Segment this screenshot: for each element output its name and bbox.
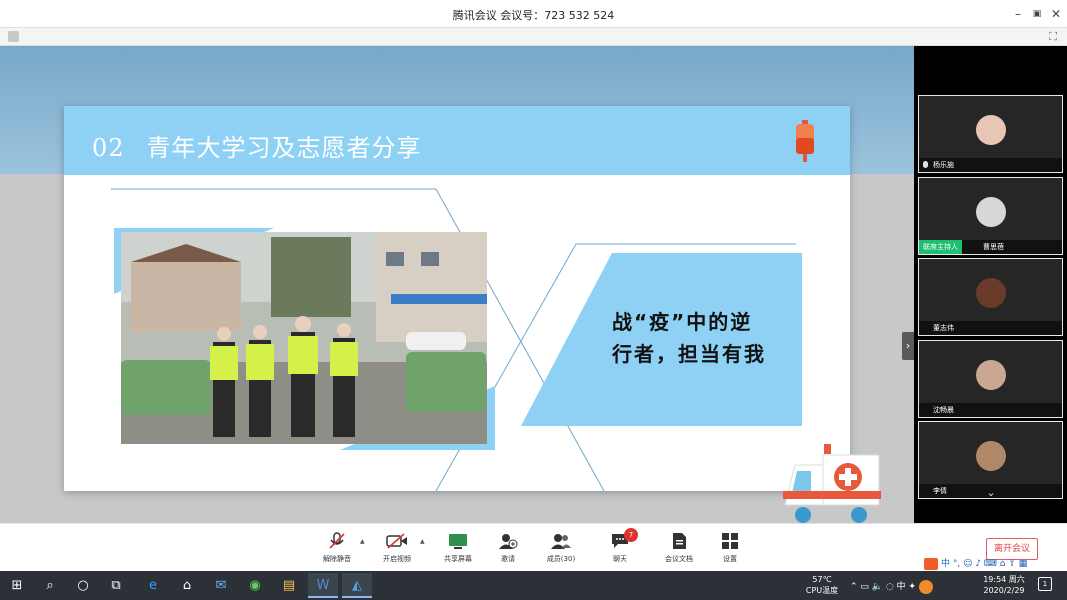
cpu-temp-label: CPU温度 <box>805 586 839 595</box>
control-bar: 解除静音 ▲ 开启视频 ▲ 共享屏幕 邀请 成员(30) 聊天 7 会议文档 设… <box>0 523 1067 571</box>
close-button[interactable]: ✕ <box>1046 4 1066 24</box>
slogan-line-1: 战“疫”中的逆 <box>612 310 753 334</box>
ambulance-icon <box>783 444 881 523</box>
avatar <box>976 115 1006 145</box>
slogan-line-2: 行者，担当有我 <box>612 342 766 366</box>
cpu-temp-value: 57℃ <box>812 575 832 584</box>
tray-app-icon <box>918 579 933 594</box>
system-tray[interactable]: ⌃ ▭ 🔈 ◌ 中 ✦ <box>850 579 933 594</box>
store-icon[interactable]: ⌂ <box>172 573 202 598</box>
settings-button[interactable]: 设置 <box>700 532 760 564</box>
restore-button[interactable]: ▣ <box>1027 4 1047 24</box>
caret-up-icon[interactable]: ▲ <box>360 538 365 545</box>
avatar <box>976 197 1006 227</box>
mail-icon[interactable]: ✉ <box>206 573 236 598</box>
minimize-button[interactable]: – <box>1008 4 1028 24</box>
shield-icon[interactable] <box>8 31 19 42</box>
word-icon[interactable]: W <box>308 573 338 598</box>
camera-off-icon <box>386 533 407 549</box>
tencent-meeting-icon[interactable]: ◭ <box>342 573 372 598</box>
members-icon <box>551 534 571 549</box>
fullscreen-icon[interactable]: ⛶ <box>1049 30 1057 44</box>
meeting-toolbar: ⛶ <box>0 28 1067 46</box>
folder-icon[interactable]: ▤ <box>274 573 304 598</box>
chevron-down-icon[interactable]: ⌄ <box>982 486 1000 500</box>
share-screen-icon <box>449 534 467 549</box>
title-bar: 腾讯会议 会议号：723 532 524 – ▣ ✕ <box>0 0 1067 28</box>
avatar <box>976 360 1006 390</box>
slide-slogan: 战“疫”中的逆 行者，担当有我 <box>612 306 766 370</box>
ime-text: 中 °, ☺ ♪ ⌨ ⌂ ⇧ ▦ <box>941 559 1028 569</box>
unmute-label: 解除静音 <box>323 555 351 563</box>
caret-up-icon[interactable]: ▲ <box>420 538 425 545</box>
invite-label: 邀请 <box>501 555 515 563</box>
volunteer-photo <box>121 232 487 444</box>
settings-label: 设置 <box>723 555 737 563</box>
invite-button[interactable]: 邀请 <box>478 532 538 564</box>
document-icon <box>673 533 686 549</box>
mic-off-icon <box>329 532 345 549</box>
members-button[interactable]: 成员(30) <box>531 532 591 564</box>
search-icon[interactable]: ⌕ <box>35 573 65 598</box>
participant-tile[interactable]: 沈畅晨 <box>918 340 1063 418</box>
participant-tile[interactable]: 董志伟 <box>918 258 1063 336</box>
avatar <box>976 441 1006 471</box>
participant-name: 董志伟 <box>919 321 1062 335</box>
members-label: 成员(30) <box>546 555 576 563</box>
taskbar: ⊞ ⌕ ○ ⧉ e ⌂ ✉ ◉ ▤ W ◭ 57℃ CPU温度 ⌃ ▭ 🔈 ◌ … <box>0 571 1067 600</box>
participant-tile[interactable]: 曹思蓓 联席主持人 <box>918 177 1063 255</box>
clock-date: 2020/2/29 <box>983 586 1025 595</box>
participant-name: 沈畅晨 <box>919 403 1062 417</box>
ime-toolbar[interactable]: 中 °, ☺ ♪ ⌨ ⌂ ⇧ ▦ <box>924 556 1027 570</box>
participant-tile[interactable]: 杨乐施 <box>918 95 1063 173</box>
cpu-temp: 57℃ CPU温度 <box>800 574 844 596</box>
windows-start-icon[interactable]: ⊞ <box>2 573 32 598</box>
mic-muted-icon <box>923 161 928 168</box>
avatar <box>976 278 1006 308</box>
unmute-button[interactable]: 解除静音 <box>307 532 367 564</box>
task-view-icon[interactable]: ⧉ <box>101 573 131 598</box>
presentation-slide: 02 青年大学习及志愿者分享 战“疫”中的逆 行者，担当有我 <box>64 106 850 491</box>
participant-name: 杨乐施 <box>919 158 1062 172</box>
chat-button[interactable]: 聊天 <box>590 532 650 564</box>
chevron-right-icon[interactable]: › <box>902 332 914 360</box>
clock[interactable]: 19:54 周六 2020/2/29 <box>978 574 1030 596</box>
chat-label: 聊天 <box>613 555 627 563</box>
add-user-icon <box>499 534 518 549</box>
video-button[interactable]: 开启视频 <box>367 532 427 564</box>
shared-screen: 02 青年大学习及志愿者分享 战“疫”中的逆 行者，担当有我 › <box>0 46 914 523</box>
input-lang: 中 <box>896 582 906 592</box>
chat-badge: 7 <box>624 528 638 542</box>
notification-icon[interactable]: 1 <box>1038 577 1052 591</box>
browser-icon[interactable]: ◉ <box>240 573 270 598</box>
host-badge: 联席主持人 <box>919 240 962 254</box>
clock-time: 19:54 周六 <box>983 575 1025 584</box>
edge-icon[interactable]: e <box>138 573 168 598</box>
settings-grid-icon <box>722 533 738 549</box>
sogou-icon <box>924 557 938 570</box>
video-label: 开启视频 <box>383 555 411 563</box>
cortana-icon[interactable]: ○ <box>68 573 98 598</box>
meeting-title: 腾讯会议 会议号：723 532 524 <box>452 9 615 22</box>
